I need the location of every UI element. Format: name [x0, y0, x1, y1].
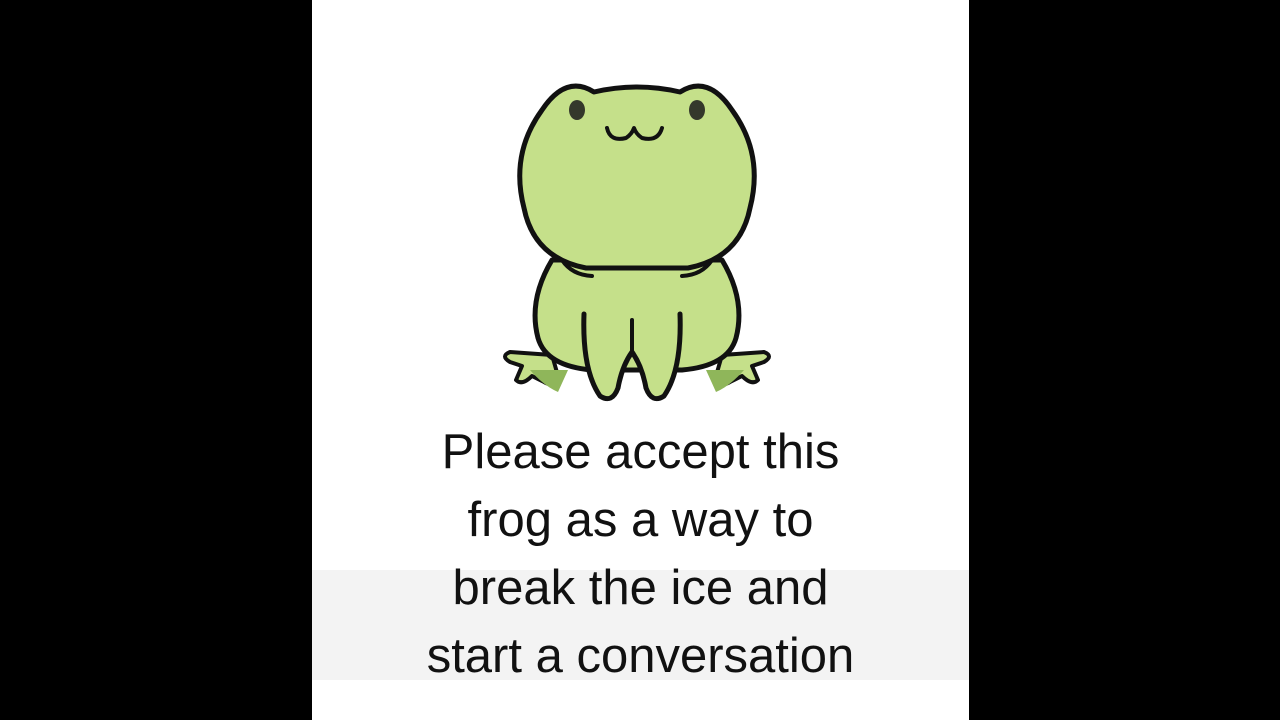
left-eye: [569, 100, 585, 120]
caption-line-1: Please accept this: [441, 425, 840, 479]
frog-illustration: [503, 83, 771, 402]
caption-text: Please accept this frog as a way to brea…: [312, 418, 969, 690]
meme-image: Please accept this frog as a way to brea…: [312, 0, 969, 720]
frog-head: [517, 83, 757, 271]
caption-line-2: frog as a way to: [467, 493, 814, 547]
image-viewer: Please accept this frog as a way to brea…: [0, 0, 1280, 720]
caption-line-3: break the ice and: [452, 561, 829, 615]
caption-line-4: start a conversation: [426, 629, 855, 683]
right-eye: [689, 100, 705, 120]
